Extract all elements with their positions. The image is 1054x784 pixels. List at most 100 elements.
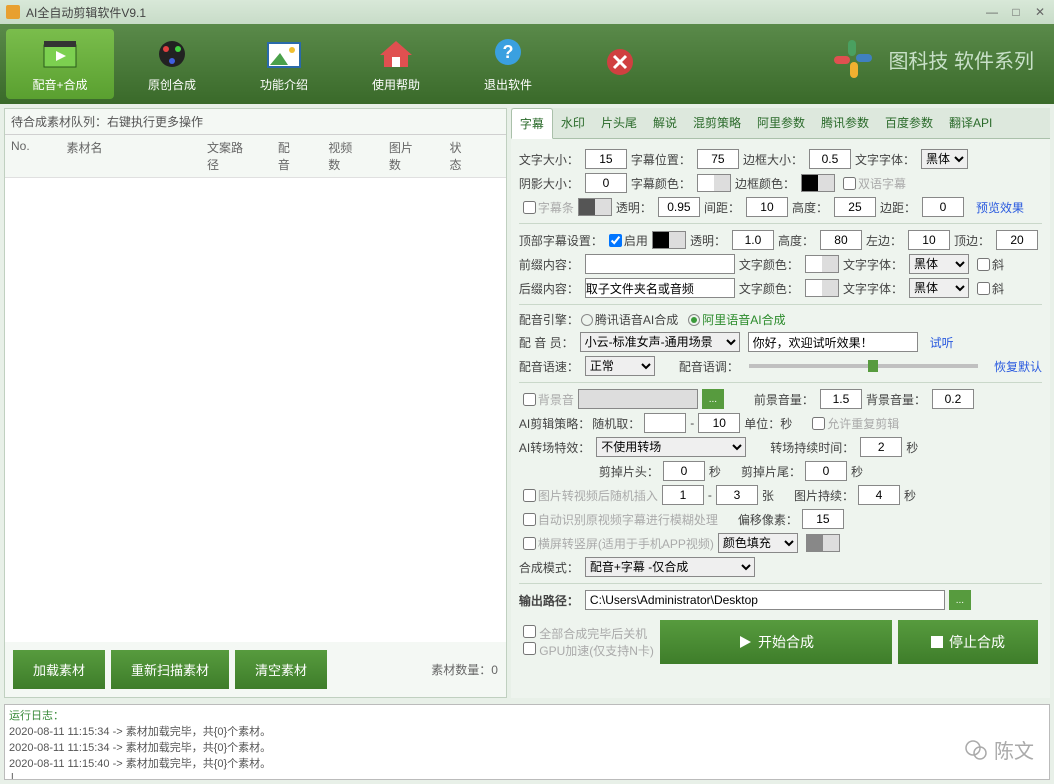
sample-text-input[interactable] — [748, 332, 918, 352]
tab-translateapi[interactable]: 翻译API — [941, 108, 1000, 138]
top-enable-checkbox[interactable] — [609, 234, 622, 247]
subtitle-bar-checkbox[interactable] — [523, 201, 536, 214]
img-dur-input[interactable] — [858, 485, 900, 505]
bilingual-checkbox[interactable] — [843, 177, 856, 190]
watermark: 陈文 — [964, 735, 1034, 764]
subtitle-color-picker[interactable] — [697, 174, 731, 192]
slack-icon — [828, 34, 878, 84]
compose-mode-select[interactable]: 配音+字幕 -仅合成 — [585, 557, 755, 577]
close-button[interactable]: ✕ — [1032, 5, 1048, 19]
img-max-input[interactable] — [716, 485, 758, 505]
tab-baiduparams[interactable]: 百度参数 — [877, 108, 941, 138]
blur-subtitle-checkbox[interactable] — [523, 513, 536, 526]
img2vid-checkbox[interactable] — [523, 489, 536, 502]
shadow-input[interactable] — [585, 173, 627, 193]
allow-dup-checkbox[interactable] — [812, 417, 825, 430]
tab-headtail[interactable]: 片头尾 — [593, 108, 645, 138]
tool-usage[interactable]: ? 退出软件 — [454, 29, 562, 99]
titlebar: AI全自动剪辑软件V9.1 — □ ✕ — [0, 0, 1054, 24]
bg-volume-input[interactable] — [932, 389, 974, 409]
stop-compose-button[interactable]: 停止合成 — [898, 620, 1038, 664]
rescan-material-button[interactable]: 重新扫描素材 — [111, 650, 229, 689]
fill-color-picker[interactable] — [806, 534, 840, 552]
suffix-italic-checkbox[interactable] — [977, 282, 990, 295]
trim-tail-input[interactable] — [805, 461, 847, 481]
bar-gap-input[interactable] — [746, 197, 788, 217]
suffix-color[interactable] — [805, 279, 839, 297]
listen-link[interactable]: 试听 — [930, 334, 954, 351]
picture-icon — [264, 36, 304, 72]
font-size-input[interactable] — [585, 149, 627, 169]
offset-input[interactable] — [802, 509, 844, 529]
trim-head-input[interactable] — [663, 461, 705, 481]
tab-tencentparams[interactable]: 腾讯参数 — [813, 108, 877, 138]
home-icon — [376, 36, 416, 72]
preview-link[interactable]: 预览效果 — [976, 199, 1024, 216]
fg-volume-input[interactable] — [820, 389, 862, 409]
font-select[interactable]: 黑体 — [921, 149, 968, 169]
tab-subtitle[interactable]: 字幕 — [511, 108, 553, 139]
prefix-italic-checkbox[interactable] — [977, 258, 990, 271]
voice-speed-select[interactable]: 正常 — [585, 356, 655, 376]
bar-margin-input[interactable] — [922, 197, 964, 217]
subtitle-pos-input[interactable] — [697, 149, 739, 169]
maximize-button[interactable]: □ — [1008, 5, 1024, 19]
border-size-input[interactable] — [809, 149, 851, 169]
bgm-path-input[interactable] — [578, 389, 698, 409]
bgm-checkbox[interactable] — [523, 393, 536, 406]
engine-ali-radio[interactable]: 阿里语音AI合成 — [688, 311, 785, 328]
bgm-browse-button[interactable]: ... — [702, 389, 724, 409]
top-opacity-input[interactable] — [732, 230, 774, 250]
start-compose-button[interactable]: 开始合成 — [660, 620, 892, 664]
bar-color-picker[interactable] — [578, 198, 612, 216]
gpu-option[interactable]: GPU加速(仅支持N卡) — [523, 642, 654, 659]
clapper-icon — [40, 36, 80, 72]
trans-dur-input[interactable] — [860, 437, 902, 457]
prefix-font-select[interactable]: 黑体 — [909, 254, 969, 274]
top-height-input[interactable] — [820, 230, 862, 250]
settings-tabs: 字幕 水印 片头尾 解说 混剪策略 阿里参数 腾讯参数 百度参数 翻译API — [511, 108, 1050, 139]
tab-narration[interactable]: 解说 — [645, 108, 685, 138]
portrait-checkbox[interactable] — [523, 537, 536, 550]
top-bg-color[interactable] — [652, 231, 686, 249]
engine-tencent-radio[interactable]: 腾讯语音AI合成 — [581, 311, 678, 328]
output-path-input[interactable] — [585, 590, 945, 610]
output-browse-button[interactable]: ... — [949, 590, 971, 610]
gpu-checkbox[interactable] — [523, 642, 536, 655]
rand-min-input[interactable] — [644, 413, 686, 433]
shutdown-checkbox[interactable] — [523, 625, 536, 638]
wechat-icon — [964, 738, 988, 762]
clear-material-button[interactable]: 清空素材 — [235, 650, 327, 689]
minimize-button[interactable]: — — [984, 5, 1000, 19]
log-output[interactable]: 运行日志： 2020-08-11 11:15:34 -> 素材加载完毕，共{0}… — [4, 704, 1050, 780]
prefix-color[interactable] — [805, 255, 839, 273]
tool-help[interactable]: 使用帮助 — [342, 29, 450, 99]
shutdown-option[interactable]: 全部合成完毕后关机 — [523, 625, 654, 642]
queue-list[interactable] — [5, 178, 506, 642]
bar-opacity-input[interactable] — [658, 197, 700, 217]
top-left-input[interactable] — [908, 230, 950, 250]
top-margin-input[interactable] — [996, 230, 1038, 250]
voice-tone-slider[interactable] — [749, 364, 978, 368]
rand-max-input[interactable] — [698, 413, 740, 433]
reset-defaults-link[interactable]: 恢复默认 — [994, 358, 1042, 375]
border-color-picker[interactable] — [801, 174, 835, 192]
tab-mixstrategy[interactable]: 混剪策略 — [685, 108, 749, 138]
suffix-input[interactable] — [585, 278, 735, 298]
material-queue: 待合成素材队列：右键执行更多操作 No. 素材名 文案路径 配音 视频数 图片数… — [4, 108, 507, 698]
img-min-input[interactable] — [662, 485, 704, 505]
palette-icon — [152, 36, 192, 72]
tab-aliparams[interactable]: 阿里参数 — [749, 108, 813, 138]
suffix-font-select[interactable]: 黑体 — [909, 278, 969, 298]
tool-compose[interactable]: 配音+合成 — [6, 29, 114, 99]
bar-height-input[interactable] — [834, 197, 876, 217]
tool-features[interactable]: 功能介绍 — [230, 29, 338, 99]
tool-original[interactable]: 原创合成 — [118, 29, 226, 99]
prefix-input[interactable] — [585, 254, 735, 274]
transition-select[interactable]: 不使用转场 — [596, 437, 746, 457]
fill-mode-select[interactable]: 颜色填充 — [718, 533, 798, 553]
tool-exit[interactable] — [566, 29, 674, 99]
tab-watermark[interactable]: 水印 — [553, 108, 593, 138]
voice-actor-select[interactable]: 小云-标准女声-通用场景 — [580, 332, 740, 352]
load-material-button[interactable]: 加载素材 — [13, 650, 105, 689]
